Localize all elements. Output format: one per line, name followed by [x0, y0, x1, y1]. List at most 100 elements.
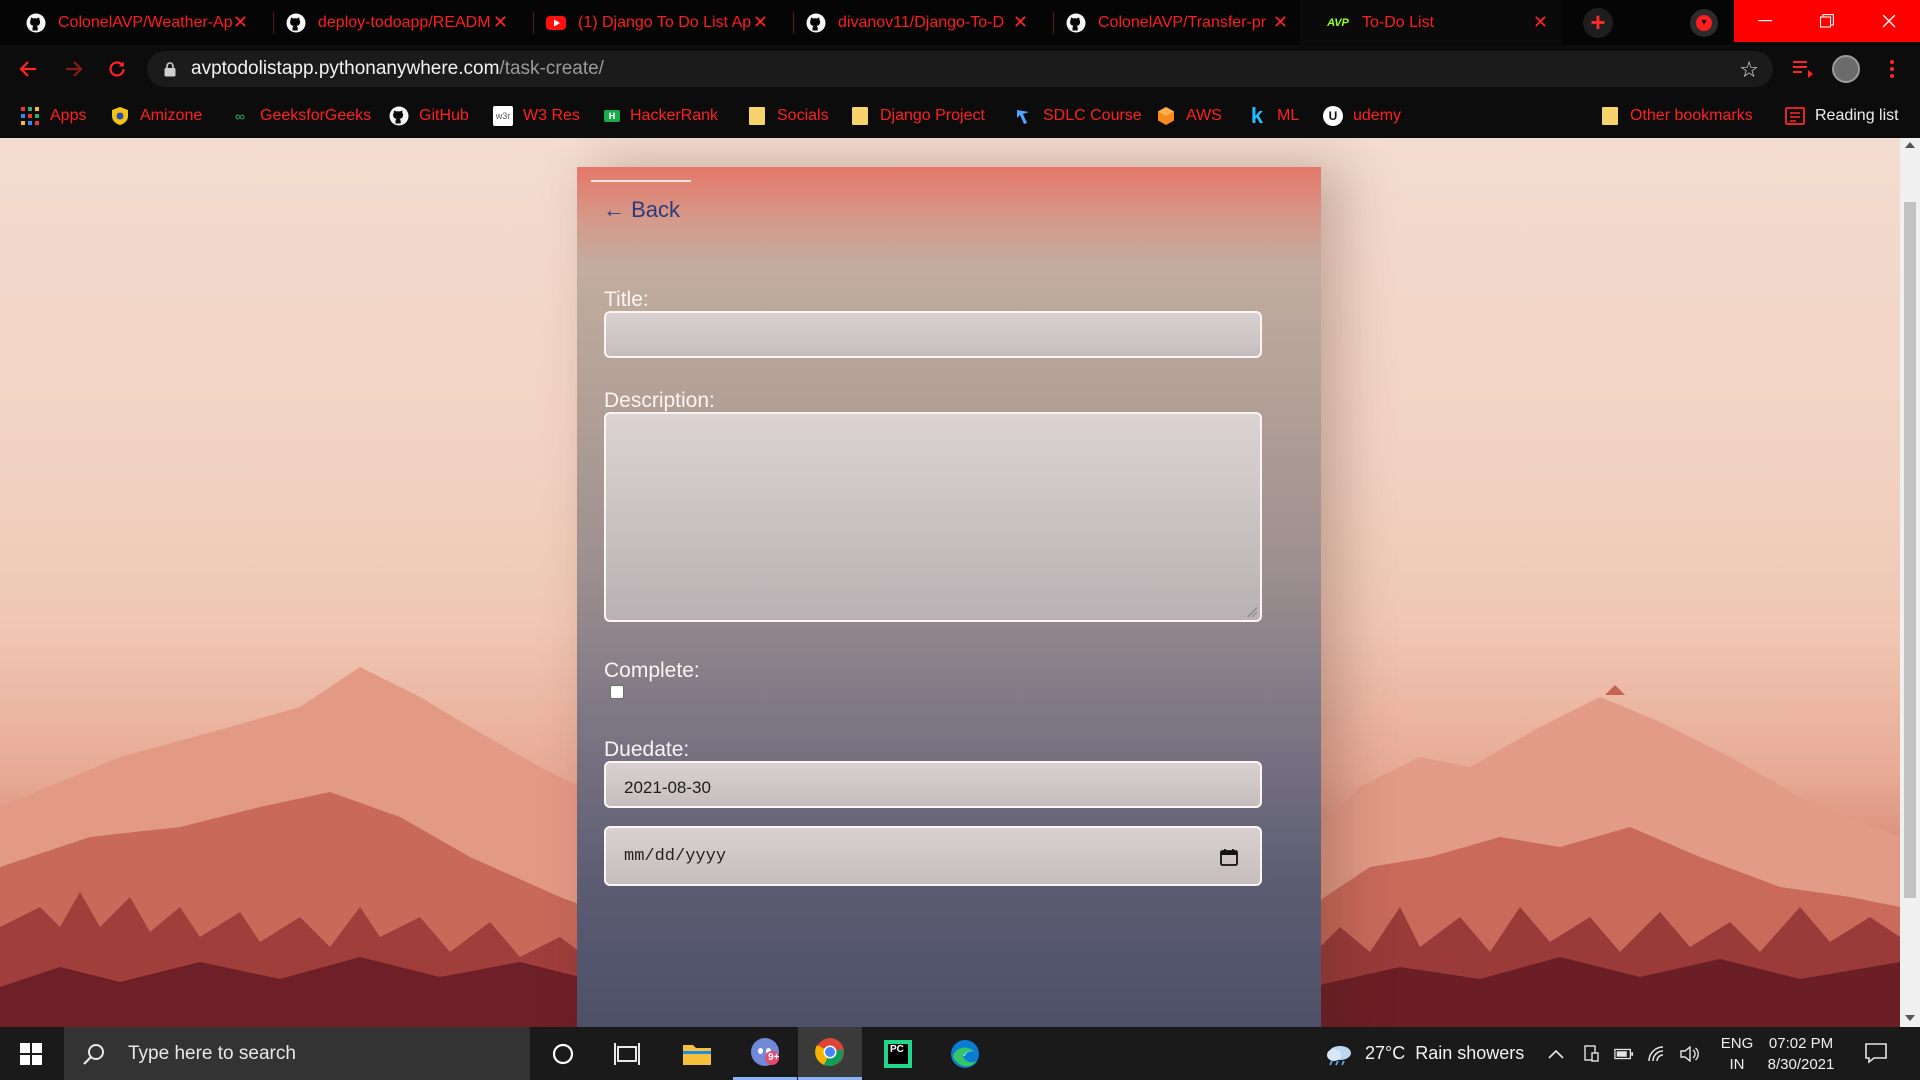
tab-deploy-todoapp[interactable]: deploy-todoapp/READM ✕: [260, 0, 522, 45]
avatar[interactable]: [1832, 55, 1860, 83]
apps-grid-icon: [20, 106, 40, 126]
taskbar-search-box[interactable]: Type here to search: [64, 1027, 530, 1080]
back-arrow-icon[interactable]: [12, 53, 44, 85]
tab-todo-list[interactable]: AVP To-Do List ✕: [1300, 0, 1562, 45]
chrome-icon[interactable]: [798, 1027, 862, 1080]
description-textarea[interactable]: [604, 412, 1262, 622]
address-bar[interactable]: avptodolistapp.pythonanywhere.com/task-c…: [147, 51, 1773, 87]
hackerrank-icon-text: H: [608, 110, 616, 121]
media-control-icon[interactable]: ▾: [1690, 9, 1718, 37]
bookmark-star-icon[interactable]: ☆: [1739, 57, 1759, 83]
page-scrollbar[interactable]: [1900, 138, 1920, 1027]
windows-taskbar: Type here to search 9+ PC 27°C Rain show…: [0, 1027, 1920, 1080]
windows-start-icon[interactable]: [20, 1043, 42, 1065]
bookmark-w3res[interactable]: w3r W3 Res: [493, 93, 580, 138]
clock-time: 07:02 PM: [1768, 1035, 1834, 1052]
minimize-button[interactable]: [1734, 0, 1796, 42]
description-label: Description:: [604, 389, 715, 412]
close-window-button[interactable]: [1858, 0, 1920, 42]
udemy-icon-text: U: [1328, 108, 1338, 123]
media-queue-icon[interactable]: [1791, 57, 1815, 81]
file-explorer-icon[interactable]: [665, 1027, 729, 1080]
cortana-icon[interactable]: [531, 1027, 595, 1080]
close-icon[interactable]: ✕: [1013, 12, 1028, 32]
close-icon[interactable]: ✕: [1273, 12, 1288, 32]
tab-django-youtube[interactable]: (1) Django To Do List Ap ✕: [520, 0, 782, 45]
title-input[interactable]: [604, 311, 1262, 358]
edge-icon[interactable]: [933, 1027, 997, 1080]
scroll-up-arrow-icon[interactable]: [1905, 142, 1915, 148]
bookmark-hackerrank[interactable]: H HackerRank: [604, 93, 718, 138]
calendar-icon[interactable]: [1220, 848, 1238, 866]
duedate-input[interactable]: 2021-08-30: [604, 761, 1262, 808]
bookmark-reading-list[interactable]: Reading list: [1785, 93, 1899, 138]
bookmark-label: Apps: [50, 106, 87, 124]
forward-arrow-icon[interactable]: [58, 53, 90, 85]
tab-divanov[interactable]: divanov11/Django-To-D ✕: [780, 0, 1042, 45]
discord-icon[interactable]: 9+: [733, 1027, 797, 1080]
geeksforgeeks-icon: ∞: [235, 107, 245, 124]
tab-transfer[interactable]: ColonelAVP/Transfer-pr ✕: [1040, 0, 1302, 45]
battery-icon[interactable]: [1614, 1044, 1634, 1064]
restore-button[interactable]: [1796, 0, 1858, 42]
bookmark-label: Django Project: [880, 106, 985, 124]
bookmark-socials[interactable]: Socials: [747, 93, 829, 138]
task-view-icon[interactable]: [595, 1027, 659, 1080]
close-icon[interactable]: ✕: [493, 12, 508, 32]
wifi-icon[interactable]: [1647, 1044, 1667, 1064]
show-hidden-icons-chevron-icon[interactable]: [1546, 1044, 1566, 1064]
bookmark-aws[interactable]: AWS: [1156, 93, 1222, 138]
new-tab-button[interactable]: +: [1583, 8, 1613, 38]
complete-checkbox[interactable]: [610, 685, 624, 699]
bookmark-label: Socials: [777, 106, 829, 124]
bookmark-label: HackerRank: [630, 106, 719, 124]
bookmark-sdlc-course[interactable]: SDLC Course: [1013, 93, 1142, 138]
bookmark-other-bookmarks[interactable]: Other bookmarks: [1600, 93, 1753, 138]
url-text: avptodolistapp.pythonanywhere.com/task-c…: [191, 58, 604, 80]
aws-icon: [1156, 106, 1176, 126]
bookmark-amizone[interactable]: Amizone: [110, 93, 202, 138]
bookmark-github[interactable]: GitHub: [389, 93, 469, 138]
tab-weather-app[interactable]: ColonelAVP/Weather-Ap ✕: [0, 0, 262, 45]
bookmark-label: Amizone: [140, 106, 203, 124]
ml-icon: k: [1247, 103, 1267, 128]
discord-badge: 9+: [768, 1052, 780, 1063]
close-icon[interactable]: ✕: [233, 12, 248, 32]
back-link[interactable]: ← Back: [603, 197, 680, 223]
udemy-icon: U: [1323, 105, 1343, 126]
bookmark-udemy[interactable]: U udemy: [1323, 93, 1401, 138]
system-clock[interactable]: 07:02 PM 8/30/2021: [1760, 1033, 1842, 1075]
duedate-value: 2021-08-30: [624, 778, 711, 797]
scrollbar-thumb[interactable]: [1904, 202, 1916, 898]
youtube-icon: [546, 13, 566, 33]
close-icon[interactable]: ✕: [753, 12, 768, 32]
weather-widget[interactable]: 27°C Rain showers: [1325, 1027, 1524, 1080]
date-picker-input[interactable]: mm/dd/yyyy: [604, 826, 1262, 886]
resize-handle-icon[interactable]: [1247, 607, 1257, 617]
reload-icon[interactable]: [101, 53, 133, 85]
scroll-down-arrow-icon[interactable]: [1905, 1015, 1915, 1021]
pycharm-icon[interactable]: PC: [866, 1027, 930, 1080]
tab-title: deploy-todoapp/READM: [318, 13, 491, 31]
bookmark-ml[interactable]: k ML: [1247, 93, 1299, 138]
title-label: Title:: [604, 288, 649, 311]
taskbar-search-placeholder: Type here to search: [128, 1042, 296, 1064]
lock-icon[interactable]: [163, 61, 177, 77]
language-region: IN: [1729, 1056, 1745, 1073]
tab-title: ColonelAVP/Transfer-pr: [1098, 13, 1267, 31]
bookmark-label: ML: [1277, 106, 1300, 124]
notification-center-icon[interactable]: [1864, 1041, 1888, 1065]
language-code: ENG: [1720, 1035, 1754, 1052]
bookmark-django-project[interactable]: Django Project: [850, 93, 985, 138]
sdlc-icon: [1013, 106, 1033, 126]
close-icon[interactable]: ✕: [1533, 12, 1548, 32]
language-indicator[interactable]: ENG IN: [1717, 1033, 1757, 1075]
volume-icon[interactable]: [1680, 1044, 1700, 1064]
device-icon[interactable]: [1581, 1044, 1601, 1064]
w3resource-icon-text: w3r: [495, 110, 511, 121]
avp-icon-text: AVP: [1327, 16, 1349, 29]
bookmark-geeksforgeeks[interactable]: ∞ GeeksforGeeks: [230, 93, 371, 138]
bookmark-apps[interactable]: Apps: [20, 93, 86, 138]
more-menu-icon[interactable]: [1880, 57, 1904, 81]
w3resource-icon: w3r: [493, 105, 513, 126]
